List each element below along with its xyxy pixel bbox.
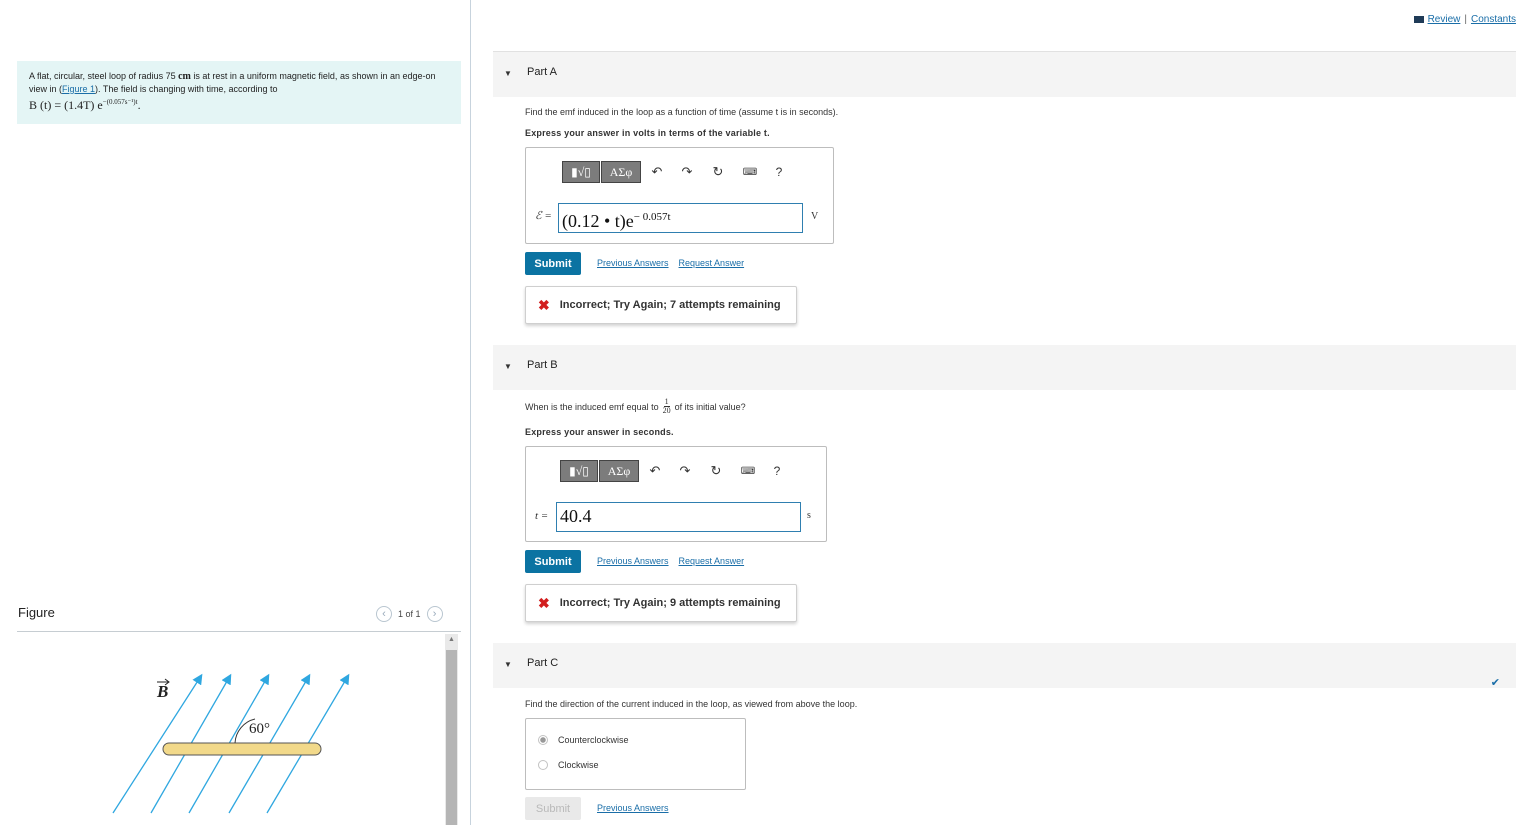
greek-symbols-button[interactable]: ΑΣφ — [601, 161, 641, 183]
problem-text: A flat, circular, steel loop of radius 7… — [29, 71, 179, 81]
magnetic-field-figure: 60° B — [112, 673, 350, 814]
part-b-toolbar: ▮√▯ ΑΣφ ↶ ↷ ↻ ⌨ ? — [560, 460, 791, 482]
part-b-title: Part B — [527, 359, 558, 371]
time-label: t = — [535, 510, 549, 522]
templates-button[interactable]: ▮√▯ — [562, 161, 600, 183]
part-a-toolbar: ▮√▯ ΑΣφ ↶ ↷ ↻ ⌨ ? — [562, 161, 793, 183]
part-b-feedback-text: Incorrect; Try Again; 9 attempts remaini… — [559, 597, 781, 609]
scroll-up-icon[interactable]: ▲ — [448, 636, 455, 643]
checkmark-icon: ✔ — [1490, 677, 1500, 689]
part-c-header[interactable]: ▼ Part C ✔ — [493, 643, 1516, 689]
part-b-links: Previous Answers Request Answer — [597, 556, 744, 566]
redo-icon[interactable]: ↷ — [671, 463, 699, 479]
option-label: Counterclockwise — [558, 735, 629, 745]
fraction-denominator: 20 — [662, 406, 671, 415]
part-a-previous-answers-link[interactable]: Previous Answers — [597, 258, 669, 268]
collapse-triangle-icon[interactable]: ▼ — [504, 660, 512, 669]
part-b-unit: s — [807, 510, 811, 521]
part-b-header[interactable]: ▼ Part B — [493, 345, 1516, 390]
figure-link[interactable]: Figure 1 — [62, 84, 95, 94]
part-c-question: Find the direction of the current induce… — [525, 699, 858, 709]
part-c-options-box — [525, 718, 746, 790]
collapse-triangle-icon[interactable]: ▼ — [504, 69, 512, 78]
fraction: 1 20 — [663, 398, 671, 415]
book-icon — [1413, 16, 1424, 23]
part-a-header[interactable]: ▼ Part A — [493, 52, 1516, 97]
part-a-request-answer-link[interactable]: Request Answer — [679, 258, 745, 268]
part-b-submit-button[interactable]: Submit — [525, 550, 581, 573]
part-a-question: Find the emf induced in the loop as a fu… — [525, 107, 839, 117]
option-label: Clockwise — [558, 760, 599, 770]
part-b-answer-input[interactable]: 40.4 — [556, 502, 801, 532]
figure-divider — [17, 631, 461, 632]
answer-exponent: − 0.057t — [633, 211, 671, 223]
incorrect-icon: ✖ — [538, 594, 550, 611]
reset-icon[interactable]: ↻ — [701, 164, 735, 180]
answer-base: (0.12 • t)e — [562, 211, 634, 231]
field-label: B — [156, 682, 168, 701]
radio-icon[interactable] — [538, 760, 548, 770]
redo-icon[interactable]: ↷ — [673, 164, 701, 180]
undo-icon[interactable]: ↶ — [639, 463, 671, 479]
templates-button[interactable]: ▮√▯ — [560, 460, 598, 482]
keyboard-icon[interactable]: ⌨ — [733, 466, 763, 477]
part-b-instruction: Express your answer in seconds. — [525, 427, 674, 437]
separator: | — [1464, 14, 1467, 25]
question-pre: When is the induced emf equal to — [525, 401, 659, 412]
part-a-instruction: Express your answer in volts in terms of… — [525, 128, 770, 138]
part-a-feedback-text: Incorrect; Try Again; 7 attempts remaini… — [559, 299, 781, 311]
undo-icon[interactable]: ↶ — [641, 164, 673, 180]
next-figure-button[interactable]: › — [426, 606, 443, 622]
emf-label: ℰ = — [535, 210, 552, 222]
part-c-links: Previous Answers — [597, 803, 669, 813]
incorrect-icon: ✖ — [538, 296, 550, 313]
part-a-submit-button[interactable]: Submit — [525, 252, 581, 275]
part-a-answer-input[interactable]: (0.12 • t)e− 0.057t — [558, 203, 803, 233]
part-b-request-answer-link[interactable]: Request Answer — [679, 556, 745, 566]
constants-link[interactable]: Constants — [1471, 14, 1516, 25]
prev-figure-button[interactable]: ‹ — [376, 606, 392, 622]
problem-text-3: ). The field is changing with time, acco… — [95, 84, 278, 94]
part-b-previous-answers-link[interactable]: Previous Answers — [597, 556, 669, 566]
option-clockwise[interactable]: Clockwise — [538, 760, 599, 770]
radio-selected-icon[interactable] — [538, 735, 548, 745]
part-a-title: Part A — [527, 66, 557, 78]
part-a-feedback: ✖ Incorrect; Try Again; 7 attempts remai… — [525, 286, 797, 324]
part-a-links: Previous Answers Request Answer — [597, 258, 744, 268]
greek-symbols-button[interactable]: ΑΣφ — [599, 460, 639, 482]
option-counterclockwise[interactable]: Counterclockwise — [538, 735, 629, 745]
top-links: Review | Constants — [1413, 14, 1516, 25]
reset-icon[interactable]: ↻ — [699, 463, 733, 479]
keyboard-icon[interactable]: ⌨ — [735, 167, 765, 178]
radius-unit: cm — [178, 71, 191, 82]
figure-scrollbar-thumb[interactable] — [446, 650, 457, 825]
part-c-title: Part C — [527, 657, 559, 669]
formula-lhs: B (t) = (1.4T) e — [29, 98, 103, 112]
help-icon[interactable]: ? — [763, 464, 791, 478]
figure-page-count: 1 of 1 — [398, 609, 421, 619]
formula-end: . — [137, 98, 141, 112]
angle-label: 60° — [249, 721, 270, 737]
part-a-unit: V — [811, 211, 819, 222]
formula-exponent: −(0.057s⁻¹)t — [102, 98, 138, 106]
part-c-previous-answers-link[interactable]: Previous Answers — [597, 803, 669, 813]
part-b-question: When is the induced emf equal to 1 20 of… — [525, 398, 746, 415]
field-formula: B (t) = (1.4T) e−(0.057s⁻¹)t. — [29, 98, 141, 112]
problem-statement: A flat, circular, steel loop of radius 7… — [17, 61, 461, 124]
part-b-feedback: ✖ Incorrect; Try Again; 9 attempts remai… — [525, 584, 797, 622]
help-icon[interactable]: ? — [765, 165, 793, 179]
review-link[interactable]: Review — [1428, 14, 1461, 25]
question-post: of its initial value? — [674, 401, 746, 412]
collapse-triangle-icon[interactable]: ▼ — [504, 362, 512, 371]
figure-pager: ‹ 1 of 1 › — [376, 606, 443, 622]
figure-heading: Figure — [18, 605, 55, 620]
part-c-submit-button[interactable]: Submit — [525, 797, 581, 820]
